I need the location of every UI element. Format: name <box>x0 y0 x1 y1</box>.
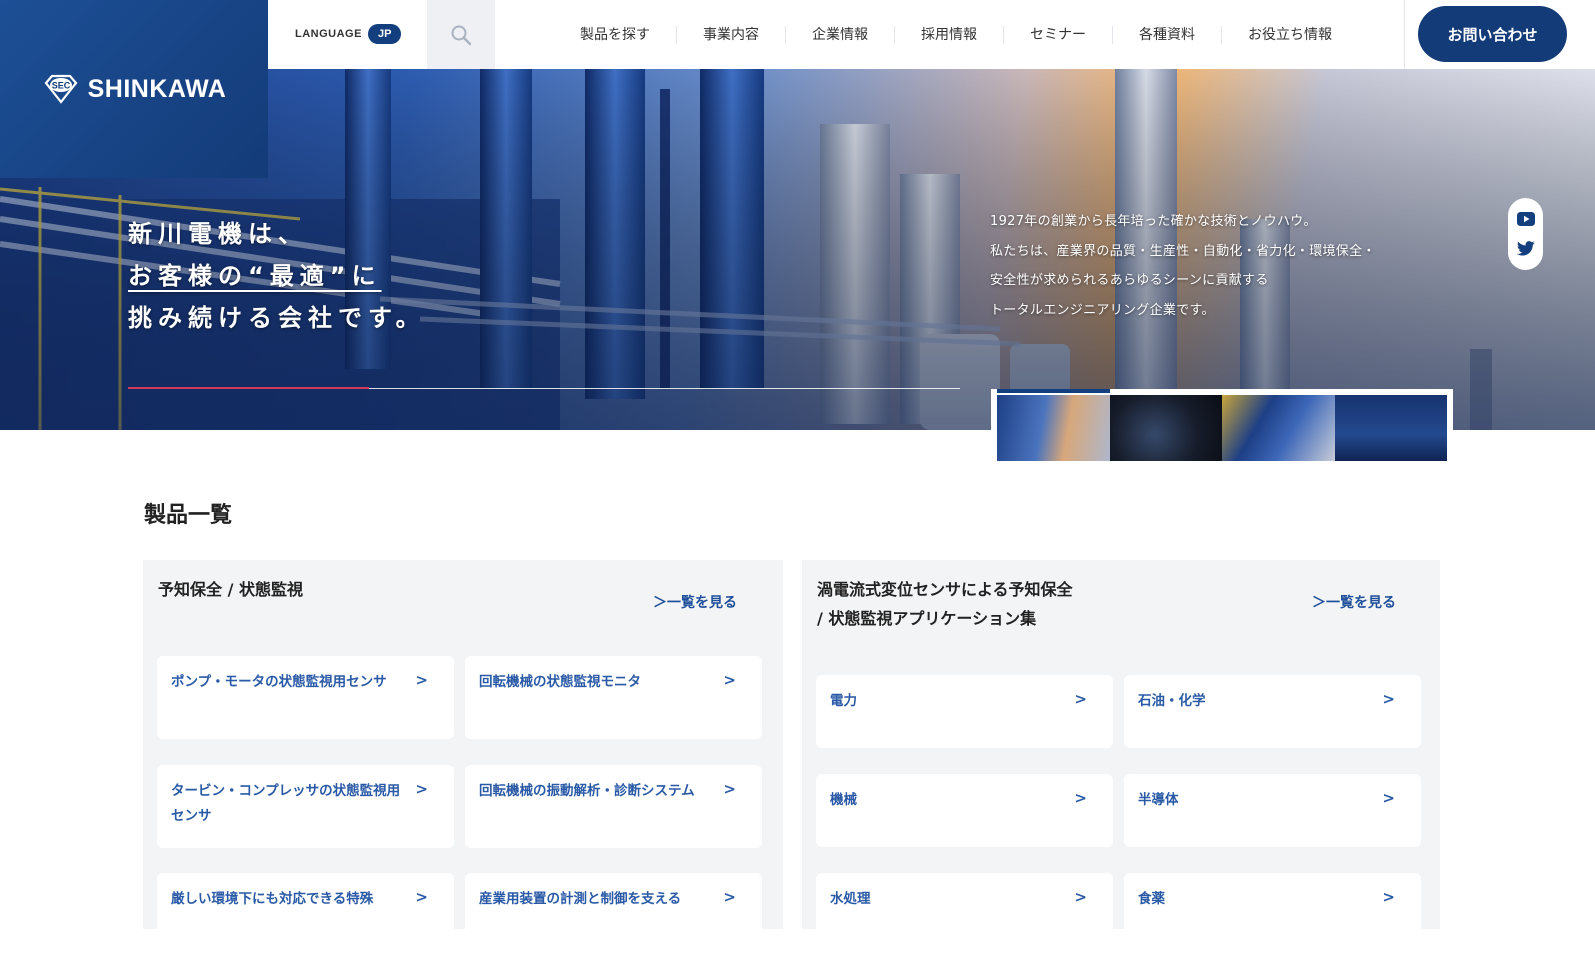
chevron-right-icon: > <box>415 780 428 798</box>
logo-text: SHINKAWA <box>87 74 227 103</box>
product-card[interactable]: 回転機械の状態監視モニタ > <box>465 656 762 739</box>
language-switcher[interactable]: LANGUAGE JP <box>295 24 402 44</box>
panel-title-line-1: 渦電流式変位センサによる予知保全 <box>817 580 1073 599</box>
nav-item-company[interactable]: 企業情報 <box>785 25 894 44</box>
card-label: 回転機械の振動解析・診断システム <box>479 783 695 799</box>
product-card[interactable]: タービン・コンプレッサの状態監視用センサ > <box>157 765 454 848</box>
application-card[interactable]: 水処理 > <box>816 873 1113 946</box>
chevron-right-icon: > <box>1382 690 1395 708</box>
slide-thumbnail-1[interactable] <box>997 389 1110 461</box>
chevron-right-icon: > <box>723 671 736 689</box>
card-label: タービン・コンプレッサの状態監視用センサ <box>171 783 401 824</box>
language-badge[interactable]: JP <box>367 24 402 44</box>
card-label: 石油・化学 <box>1138 693 1206 709</box>
hero-catchcopy: 新川電機は、 お客様の“最適”に 挑み続ける会社です。 <box>128 213 426 339</box>
slide-thumbnail-2[interactable] <box>1109 395 1222 461</box>
description-line: 私たちは、産業界の品質・生産性・自動化・省力化・環境保全・ <box>990 243 1376 259</box>
application-card[interactable]: 電力 > <box>816 675 1113 748</box>
product-card[interactable]: ポンプ・モータの状態監視用センサ > <box>157 656 454 739</box>
logo[interactable]: SEC SHINKAWA <box>0 0 268 178</box>
search-icon <box>451 25 472 45</box>
slide-thumbnail-3[interactable] <box>1222 395 1335 461</box>
application-card[interactable]: 食薬 > <box>1124 873 1421 946</box>
chevron-right-icon: > <box>415 671 428 689</box>
card-label: 水処理 <box>830 891 871 907</box>
chevron-right-icon: > <box>1382 789 1395 807</box>
thumbnail-active-indicator <box>997 389 1110 393</box>
application-card[interactable]: 機械 > <box>816 774 1113 847</box>
catch-line-3: 挑み続ける会社です。 <box>128 304 426 332</box>
slide-thumbnail-4[interactable] <box>1334 395 1447 461</box>
slide-progress-fill <box>128 387 370 389</box>
header-divider <box>1404 0 1405 69</box>
chevron-right-icon: > <box>1074 690 1087 708</box>
sec-emblem-icon: SEC <box>44 74 78 104</box>
slide-thumbnails <box>991 389 1453 467</box>
card-label: 厳しい環境下にも対応できる特殊 <box>171 891 374 907</box>
product-panel-applications: 渦電流式変位センサによる予知保全 / 状態監視アプリケーション集 ＞一覧を見る … <box>802 560 1440 946</box>
product-card[interactable]: 産業用装置の計測と制御を支える > <box>465 873 762 956</box>
chevron-right-icon: > <box>1382 888 1395 906</box>
catch-line-1: 新川電機は、 <box>128 220 308 248</box>
nav-item-products[interactable]: 製品を探す <box>554 26 676 44</box>
panel-title-line-2: / 状態監視アプリケーション集 <box>817 609 1037 628</box>
hero-description: 1927年の創業から長年培った確かな技術とノウハウ。 私たちは、産業界の品質・生… <box>990 207 1430 325</box>
language-label: LANGUAGE <box>295 28 362 40</box>
card-label: 食薬 <box>1138 891 1165 907</box>
product-card[interactable]: 厳しい環境下にも対応できる特殊 > <box>157 873 454 956</box>
twitter-icon[interactable] <box>1516 241 1535 256</box>
catch-line-2: お客様の“最適”に <box>128 262 382 290</box>
card-label: ポンプ・モータの状態監視用センサ <box>171 674 387 690</box>
slide-progress-track <box>128 387 960 389</box>
card-label: 機械 <box>830 792 857 808</box>
social-links <box>1508 198 1543 270</box>
card-label: 産業用装置の計測と制御を支える <box>479 891 682 907</box>
application-card[interactable]: 石油・化学 > <box>1124 675 1421 748</box>
nav-item-useful-info[interactable]: お役立ち情報 <box>1221 25 1358 44</box>
search-button[interactable] <box>427 0 495 69</box>
nav-item-business[interactable]: 事業内容 <box>676 25 785 44</box>
nav-item-recruit[interactable]: 採用情報 <box>894 25 1003 44</box>
section-title: 製品一覧 <box>144 503 233 528</box>
application-card[interactable]: 半導体 > <box>1124 774 1421 847</box>
product-card[interactable]: 回転機械の振動解析・診断システム > <box>465 765 762 848</box>
chevron-right-icon: > <box>723 780 736 798</box>
card-label: 回転機械の状態監視モニタ <box>479 674 641 690</box>
site-header: LANGUAGE JP 製品を探す 事業内容 企業情報 採用情報 セミナー 各種… <box>268 0 1595 69</box>
chevron-right-icon: > <box>415 888 428 906</box>
description-line: 安全性が求められるあらゆるシーンに貢献する <box>990 273 1269 288</box>
contact-button[interactable]: お問い合わせ <box>1418 6 1567 62</box>
description-line: トータルエンジニアリング企業です。 <box>990 302 1215 318</box>
chevron-right-icon: > <box>723 888 736 906</box>
product-panel-condition-monitoring: 予知保全 / 状態監視 ＞一覧を見る ポンプ・モータの状態監視用センサ > 回転… <box>143 560 783 956</box>
card-label: 電力 <box>830 693 857 709</box>
emblem-text: SEC <box>51 81 70 91</box>
description-line: 1927年の創業から長年培った確かな技術とノウハウ。 <box>990 214 1317 229</box>
youtube-icon[interactable] <box>1516 211 1535 226</box>
view-all-link[interactable]: ＞一覧を見る <box>1312 592 1396 612</box>
nav-item-seminar[interactable]: セミナー <box>1003 25 1112 44</box>
main-nav: 製品を探す 事業内容 企業情報 採用情報 セミナー 各種資料 お役立ち情報 <box>554 0 1358 69</box>
chevron-right-icon: > <box>1074 789 1087 807</box>
chevron-right-icon: > <box>1074 888 1087 906</box>
panel-title: 渦電流式変位センサによる予知保全 / 状態監視アプリケーション集 <box>817 575 1073 633</box>
nav-item-documents[interactable]: 各種資料 <box>1112 25 1221 44</box>
card-label: 半導体 <box>1138 792 1179 808</box>
panel-title: 予知保全 / 状態監視 <box>158 580 303 599</box>
view-all-link[interactable]: ＞一覧を見る <box>653 592 737 612</box>
